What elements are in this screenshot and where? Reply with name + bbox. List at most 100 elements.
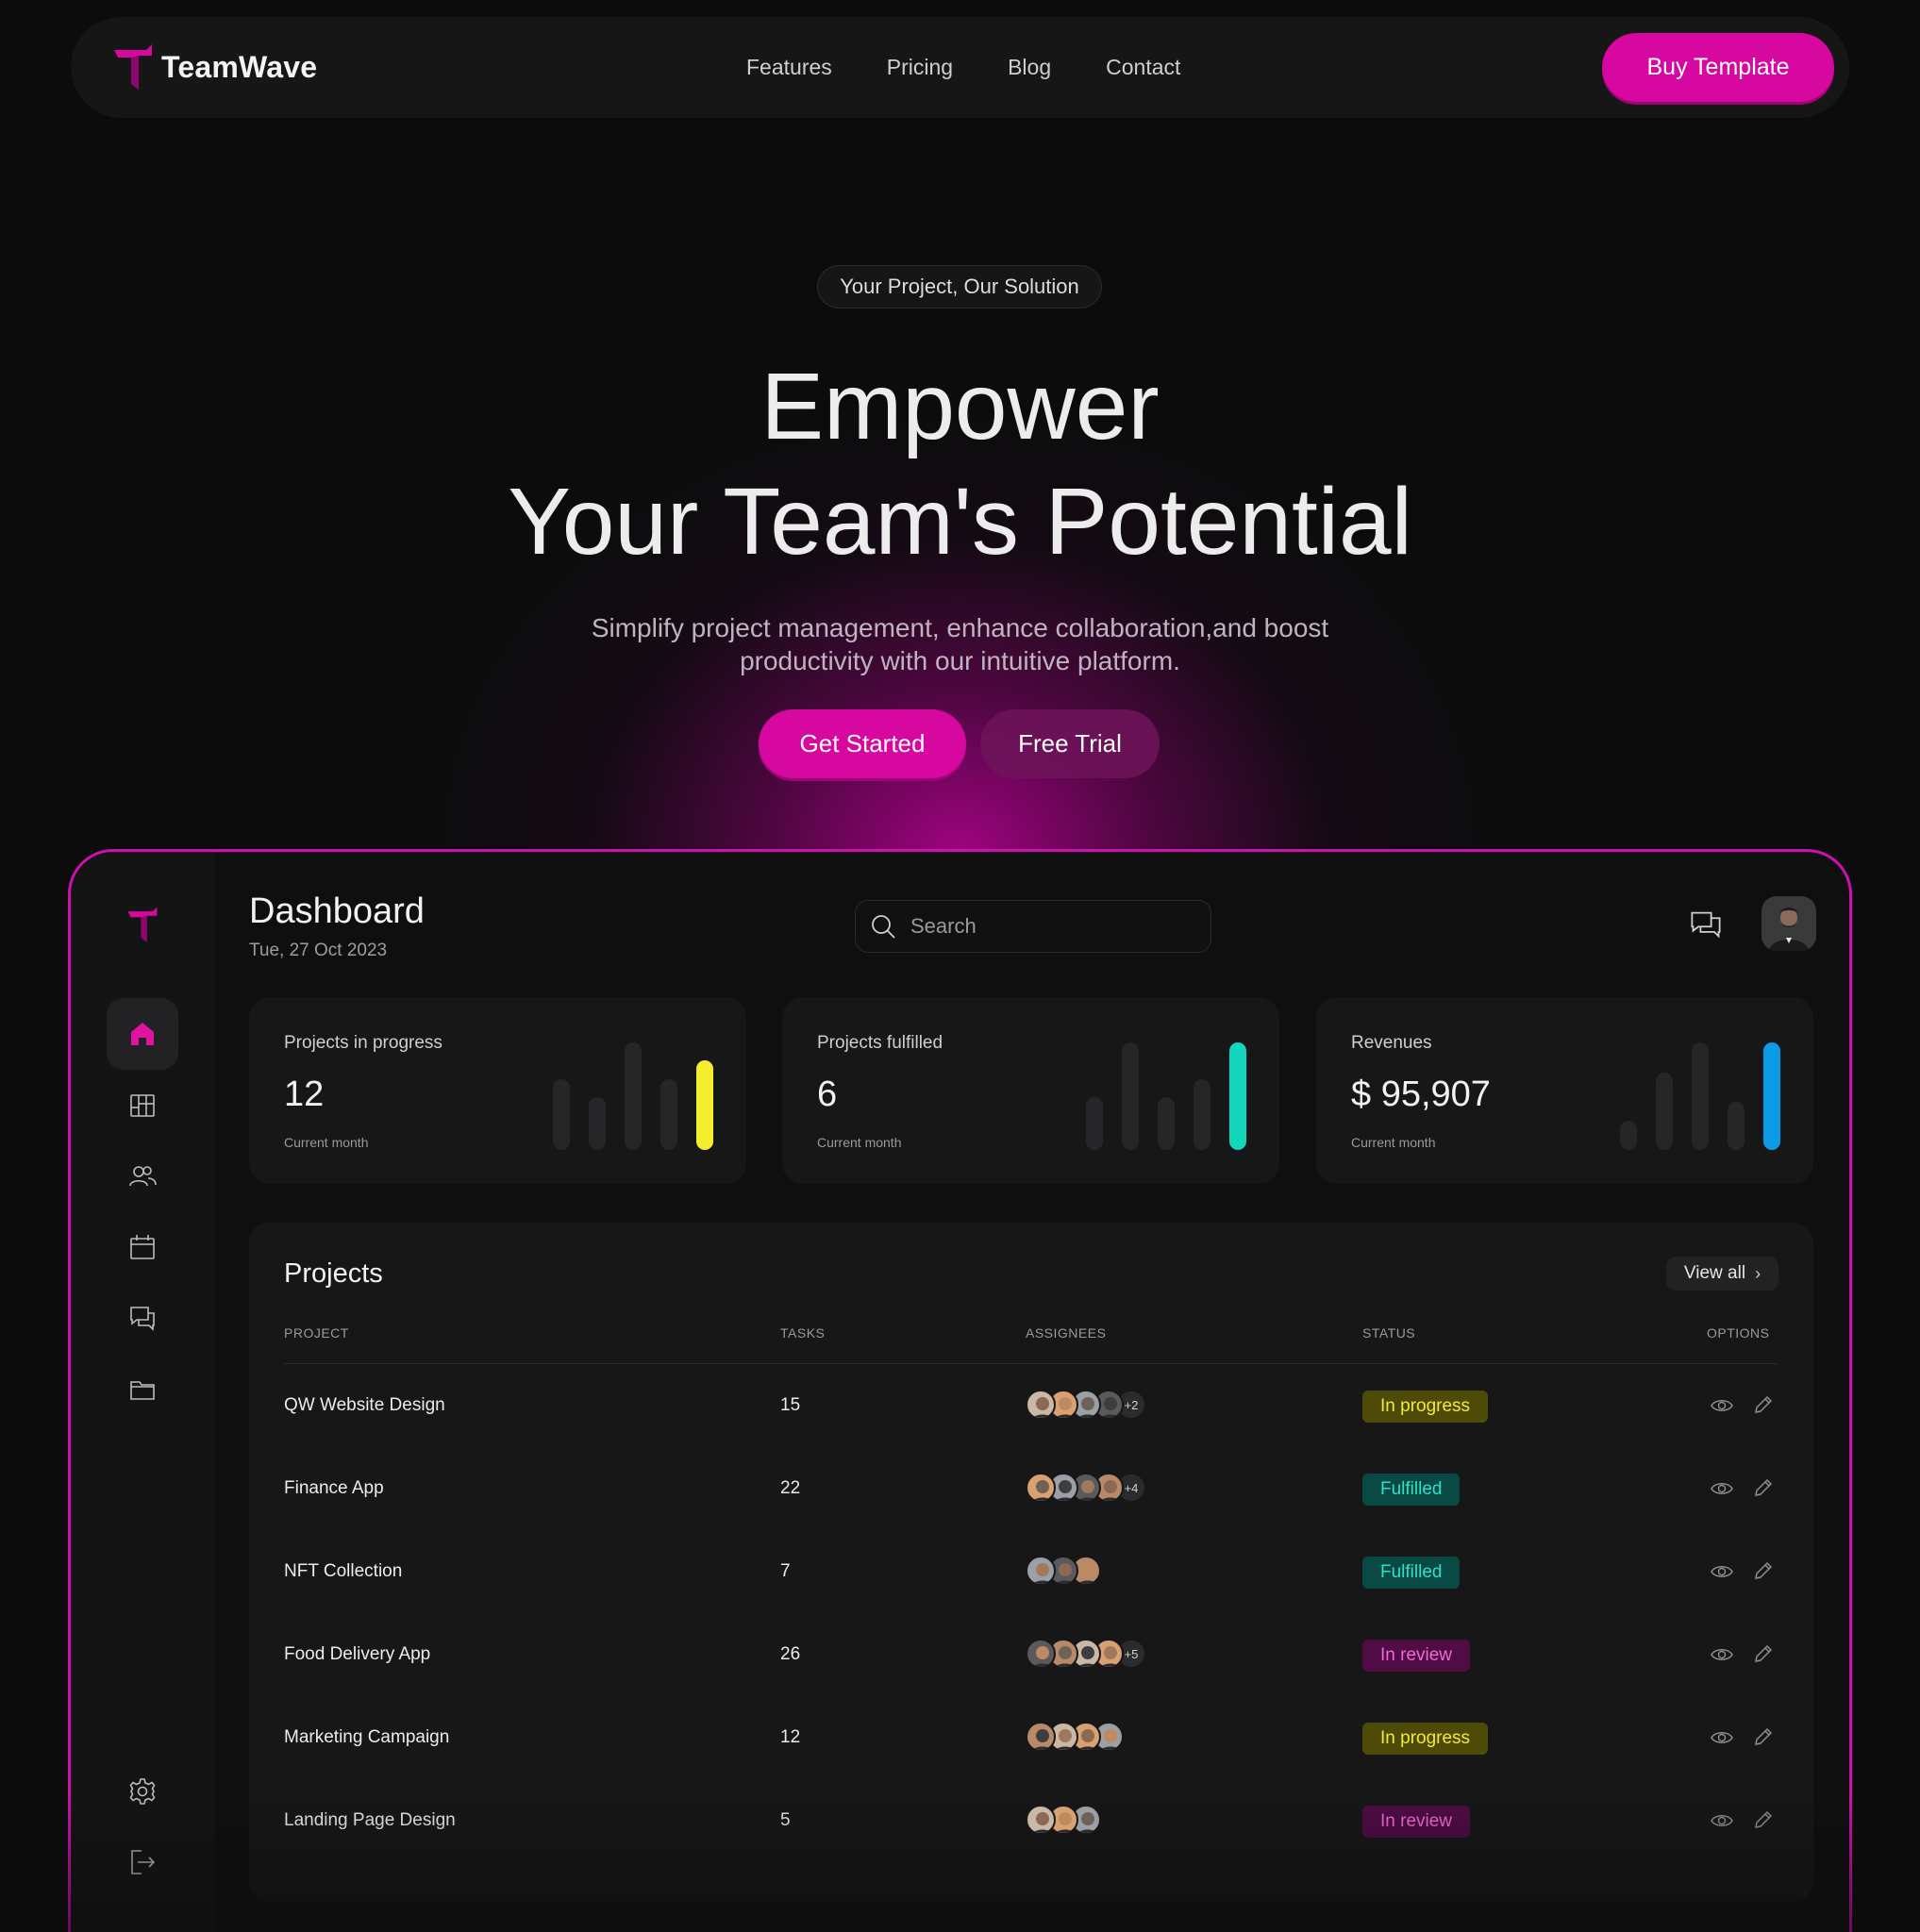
sidebar-item-files[interactable] xyxy=(107,1354,178,1425)
free-trial-button[interactable]: Free Trial xyxy=(980,709,1160,778)
brand-name: TeamWave xyxy=(161,49,318,84)
nav-link-pricing[interactable]: Pricing xyxy=(887,55,953,80)
task-count: 5 xyxy=(780,1810,791,1830)
task-count: 15 xyxy=(780,1395,801,1415)
dashboard-date: Tue, 27 Oct 2023 xyxy=(249,941,388,960)
assignee-avatars[interactable]: +5 xyxy=(1026,1639,1146,1671)
mini-bar xyxy=(589,1097,606,1150)
sidebar-item-calendar[interactable] xyxy=(107,1211,178,1283)
view-all-label: View all xyxy=(1683,1263,1746,1283)
projects-panel: Projects View all › PROJECT TASKS ASSIGN… xyxy=(249,1223,1813,1902)
view-eye-icon[interactable] xyxy=(1710,1559,1734,1584)
folder-icon xyxy=(130,1381,155,1400)
stat-sub: Current month xyxy=(284,1135,369,1150)
nav-link-contact[interactable]: Contact xyxy=(1106,55,1180,80)
user-avatar[interactable] xyxy=(1761,896,1816,951)
dashboard-title: Dashboard xyxy=(249,891,425,931)
column-header-assignees: ASSIGNEES xyxy=(1026,1325,1107,1341)
stat-value: 12 xyxy=(284,1074,325,1114)
project-name[interactable]: QW Website Design xyxy=(284,1395,445,1416)
assignee-avatars[interactable]: +4 xyxy=(1026,1473,1146,1505)
mini-bar-chart xyxy=(1620,1042,1780,1150)
stat-label: Projects in progress xyxy=(284,1033,442,1053)
mini-bar xyxy=(1086,1097,1103,1150)
stat-sub: Current month xyxy=(817,1135,902,1150)
buy-template-button[interactable]: Buy Template xyxy=(1602,33,1834,102)
hero-subtitle-line2: productivity with our intuitive platform… xyxy=(740,646,1180,675)
header-divider xyxy=(284,1363,1778,1364)
sidebar-item-team[interactable] xyxy=(107,1141,178,1212)
stat-label: Projects fulfilled xyxy=(817,1033,943,1053)
table-row[interactable]: Marketing Campaign 12 In progress xyxy=(249,1697,1813,1780)
search-input[interactable] xyxy=(910,914,1194,939)
hero-subtitle: Simplify project management, enhance col… xyxy=(528,611,1392,677)
table-row[interactable]: Finance App 22 +4 Fulfilled xyxy=(249,1448,1813,1531)
sidebar-item-home[interactable] xyxy=(107,998,178,1070)
table-row[interactable]: NFT Collection 7 Fulfilled xyxy=(249,1531,1813,1614)
status-badge: In progress xyxy=(1362,1391,1489,1423)
project-name[interactable]: Food Delivery App xyxy=(284,1644,430,1665)
edit-pencil-icon[interactable] xyxy=(1752,1559,1775,1582)
column-header-project: PROJECT xyxy=(284,1325,349,1341)
edit-pencil-icon[interactable] xyxy=(1752,1642,1775,1665)
stat-card-in-progress: Projects in progress 12 Current month xyxy=(249,997,746,1184)
edit-pencil-icon[interactable] xyxy=(1752,1808,1775,1831)
user-photo-icon xyxy=(1761,896,1816,951)
stat-value: $ 95,907 xyxy=(1351,1074,1491,1114)
sidebar-item-logout[interactable] xyxy=(107,1826,178,1898)
status-badge: In review xyxy=(1362,1806,1471,1838)
users-icon xyxy=(129,1166,157,1187)
sidebar-item-messages[interactable] xyxy=(107,1282,178,1354)
nav-links: Features Pricing Blog Contact xyxy=(746,17,1235,118)
mini-bar xyxy=(1763,1042,1780,1150)
search-box[interactable] xyxy=(855,900,1211,953)
avatar xyxy=(1026,1473,1056,1503)
settings-icon xyxy=(129,1778,156,1805)
nav-link-features[interactable]: Features xyxy=(746,55,832,80)
avatar xyxy=(1026,1556,1056,1586)
project-name[interactable]: Marketing Campaign xyxy=(284,1727,449,1748)
assignee-avatars[interactable]: +2 xyxy=(1026,1390,1146,1422)
assignee-avatars[interactable] xyxy=(1026,1722,1124,1754)
edit-pencil-icon[interactable] xyxy=(1752,1725,1775,1748)
status-badge: Fulfilled xyxy=(1362,1557,1461,1589)
mini-bar-chart xyxy=(553,1042,713,1150)
table-row[interactable]: Landing Page Design 5 In review xyxy=(249,1780,1813,1863)
stat-label: Revenues xyxy=(1351,1033,1432,1053)
view-eye-icon[interactable] xyxy=(1710,1642,1734,1667)
view-eye-icon[interactable] xyxy=(1710,1393,1734,1418)
hero-tag-pill: Your Project, Our Solution xyxy=(817,265,1102,308)
sidebar-item-settings[interactable] xyxy=(107,1756,178,1827)
mini-bar xyxy=(1122,1042,1139,1150)
projects-title: Projects xyxy=(284,1258,383,1289)
nav-link-blog[interactable]: Blog xyxy=(1008,55,1051,80)
calendar-icon xyxy=(130,1235,155,1259)
view-eye-icon[interactable] xyxy=(1710,1476,1734,1501)
brand[interactable]: TeamWave xyxy=(109,42,317,92)
view-eye-icon[interactable] xyxy=(1710,1725,1734,1750)
assignee-avatars[interactable] xyxy=(1026,1805,1101,1837)
project-name[interactable]: Landing Page Design xyxy=(284,1810,456,1831)
messages-button[interactable] xyxy=(1687,906,1725,943)
mini-bar xyxy=(1229,1042,1246,1150)
view-all-button[interactable]: View all › xyxy=(1666,1257,1778,1291)
project-name[interactable]: NFT Collection xyxy=(284,1561,402,1582)
edit-pencil-icon[interactable] xyxy=(1752,1393,1775,1416)
hero-subtitle-line1: Simplify project management, enhance col… xyxy=(591,613,1329,642)
stat-sub: Current month xyxy=(1351,1135,1436,1150)
mini-bar xyxy=(553,1079,570,1150)
hero-title-line2: Your Team's Potential xyxy=(508,469,1412,575)
avatar xyxy=(1026,1390,1056,1420)
task-count: 22 xyxy=(780,1478,801,1498)
get-started-button[interactable]: Get Started xyxy=(759,709,966,778)
view-eye-icon[interactable] xyxy=(1710,1808,1734,1833)
dashboard-preview: Dashboard Tue, 27 Oct 2023 Search Projec… xyxy=(68,849,1852,1932)
mini-bar xyxy=(696,1060,713,1150)
project-name[interactable]: Finance App xyxy=(284,1478,384,1499)
table-row[interactable]: QW Website Design 15 +2 In progress xyxy=(249,1365,1813,1448)
sidebar-item-board[interactable] xyxy=(107,1070,178,1141)
sidebar xyxy=(71,852,215,1932)
table-row[interactable]: Food Delivery App 26 +5 In review xyxy=(249,1614,1813,1697)
edit-pencil-icon[interactable] xyxy=(1752,1476,1775,1499)
assignee-avatars[interactable] xyxy=(1026,1556,1101,1588)
